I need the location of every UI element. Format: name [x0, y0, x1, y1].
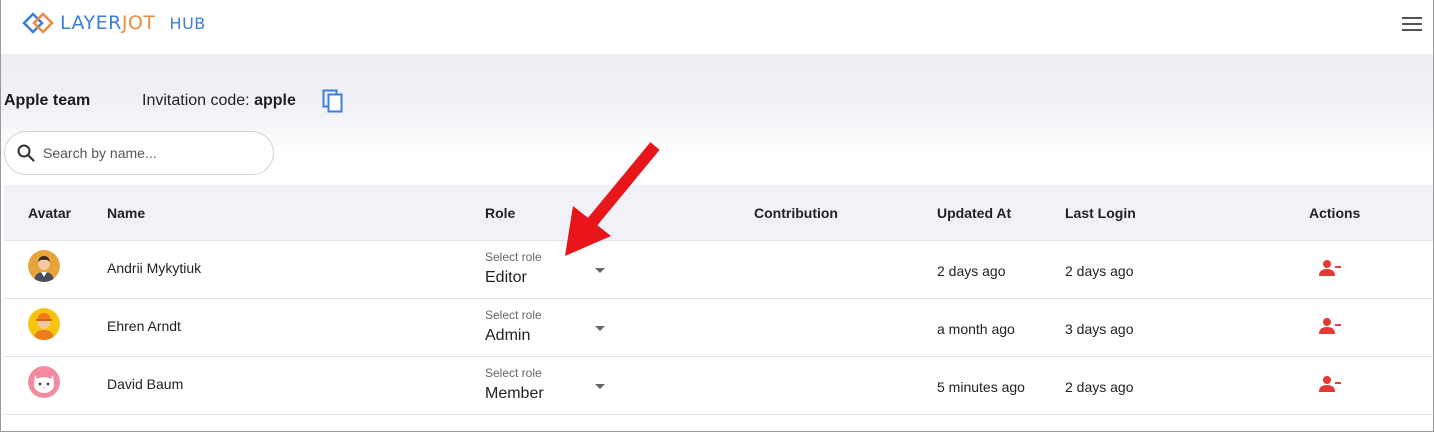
team-name: Apple team — [4, 92, 91, 109]
member-name: David Baum — [107, 376, 184, 392]
role-select-label: Select role — [485, 366, 542, 380]
worker-avatar-icon — [28, 308, 60, 340]
chevron-down-icon[interactable] — [595, 326, 605, 331]
search-icon — [17, 144, 35, 162]
man-avatar-icon — [28, 250, 60, 282]
table-row: David Baum Select role Member 5 minutes … — [4, 357, 1433, 415]
role-select[interactable]: Member — [485, 385, 544, 403]
updated-at: 2 days ago — [937, 263, 1006, 279]
column-header-avatar[interactable]: Avatar — [28, 205, 71, 221]
chevron-down-icon[interactable] — [595, 268, 605, 273]
member-name: Ehren Arndt — [107, 318, 181, 334]
role-select[interactable]: Editor — [485, 269, 527, 287]
updated-at: 5 minutes ago — [937, 379, 1025, 395]
search-input[interactable] — [43, 145, 253, 161]
column-header-name[interactable]: Name — [107, 205, 145, 221]
members-table: Avatar Name Role Contribution Updated At… — [4, 185, 1433, 415]
remove-user-icon[interactable] — [1318, 317, 1342, 335]
invitation-code-value: apple — [254, 92, 296, 109]
table-row: Andrii Mykytiuk Select role Editor 2 day… — [4, 241, 1433, 299]
search-box[interactable] — [4, 131, 274, 175]
last-login: 2 days ago — [1065, 379, 1134, 395]
column-header-contribution[interactable]: Contribution — [754, 205, 838, 221]
member-name: Andrii Mykytiuk — [107, 260, 202, 276]
logo-text: LAYERJOT — [60, 12, 156, 34]
column-header-last-login[interactable]: Last Login — [1065, 205, 1136, 221]
remove-user-icon[interactable] — [1318, 375, 1342, 393]
cat-avatar-icon — [28, 366, 60, 398]
logo-mark-icon — [22, 12, 54, 34]
hamburger-menu-icon[interactable] — [1402, 17, 1422, 33]
app-logo[interactable]: LAYERJOT HUB — [22, 10, 206, 36]
column-header-role[interactable]: Role — [485, 205, 515, 221]
logo-text-layer: LAYER — [60, 12, 122, 34]
role-select[interactable]: Admin — [485, 327, 530, 345]
role-select-label: Select role — [485, 250, 542, 264]
remove-user-icon[interactable] — [1318, 259, 1342, 277]
chevron-down-icon[interactable] — [595, 384, 605, 389]
table-header: Avatar Name Role Contribution Updated At… — [4, 185, 1433, 241]
table-row: Ehren Arndt Select role Admin a month ag… — [4, 299, 1433, 357]
column-header-updated-at[interactable]: Updated At — [937, 205, 1011, 221]
invitation-code: Invitation code: apple — [142, 92, 296, 110]
logo-hub-label: HUB — [169, 13, 206, 33]
role-select-label: Select role — [485, 308, 542, 322]
top-bar: LAYERJOT HUB — [0, 0, 1434, 54]
last-login: 2 days ago — [1065, 263, 1134, 279]
last-login: 3 days ago — [1065, 321, 1134, 337]
updated-at: a month ago — [937, 321, 1015, 337]
column-header-actions: Actions — [1309, 205, 1361, 221]
copy-icon[interactable] — [322, 89, 344, 113]
invitation-label: Invitation code: — [142, 92, 250, 109]
logo-text-jot: JOT — [121, 12, 156, 34]
